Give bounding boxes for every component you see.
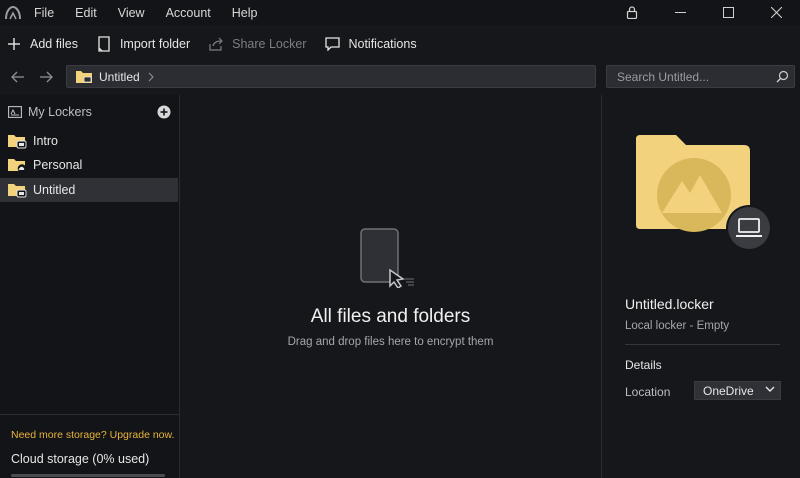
- empty-state-title: All files and folders: [310, 306, 471, 327]
- notifications-label: Notifications: [348, 36, 417, 51]
- locker-laptop-icon: [7, 182, 27, 198]
- breadcrumb-current[interactable]: Untitled: [99, 70, 140, 84]
- sidebar-item-personal[interactable]: Personal: [0, 153, 178, 177]
- maximize-icon[interactable]: [704, 0, 752, 25]
- sidebar-item-untitled[interactable]: Untitled: [0, 178, 178, 202]
- breadcrumb[interactable]: Untitled: [66, 65, 596, 88]
- details-panel: Untitled.locker Local locker - Empty Det…: [601, 95, 800, 478]
- back-arrow-icon[interactable]: [10, 69, 26, 85]
- add-files-button[interactable]: Add files: [6, 36, 78, 52]
- sidebar-item-label: Untitled: [33, 183, 76, 197]
- empty-state-subtitle: Drag and drop files here to encrypt them: [287, 336, 494, 348]
- file-area[interactable]: All files and folders Drag and drop file…: [180, 95, 601, 478]
- plus-icon: [6, 36, 22, 52]
- share-icon: [208, 36, 224, 52]
- upgrade-link[interactable]: Need more storage? Upgrade now.: [11, 429, 174, 441]
- sidebar-item-label: Personal: [33, 158, 83, 172]
- chevron-down-icon: [765, 386, 775, 393]
- search-box: [606, 65, 795, 88]
- cloud-storage-label: Cloud storage (0% used): [11, 452, 150, 466]
- menu-account[interactable]: Account: [166, 6, 211, 20]
- menu-help[interactable]: Help: [232, 6, 258, 20]
- navigation-bar: Untitled: [0, 62, 800, 92]
- sidebar-item-label: Intro: [33, 134, 59, 148]
- lock-icon[interactable]: [608, 0, 656, 25]
- add-locker-icon[interactable]: [157, 105, 171, 119]
- menu-view[interactable]: View: [118, 6, 145, 20]
- chevron-right-icon: [148, 72, 154, 82]
- import-folder-label: Import folder: [119, 36, 191, 51]
- locker-folder-icon: [75, 69, 93, 84]
- my-lockers-title: My Lockers: [28, 105, 92, 119]
- share-locker-button[interactable]: Share Locker: [208, 36, 306, 52]
- details-divider: [625, 344, 780, 345]
- app-logo-icon: [4, 4, 22, 22]
- my-lockers-header: My Lockers: [0, 101, 180, 123]
- sidebar-divider: [0, 414, 180, 415]
- forward-arrow-icon[interactable]: [38, 69, 54, 85]
- location-dropdown[interactable]: OneDrive: [694, 381, 781, 400]
- import-folder-button[interactable]: Import folder: [96, 35, 191, 52]
- cloud-storage-bar: [11, 474, 165, 477]
- minimize-icon[interactable]: [656, 0, 704, 25]
- search-input[interactable]: [617, 69, 777, 84]
- close-icon[interactable]: [752, 0, 800, 25]
- menu-edit[interactable]: Edit: [75, 6, 97, 20]
- location-value: OneDrive: [703, 383, 754, 398]
- search-icon[interactable]: [776, 70, 789, 83]
- menu-bar: File Edit View Account Help: [0, 0, 278, 25]
- notification-icon: [324, 36, 340, 52]
- drag-drop-file-icon: [356, 226, 420, 291]
- details-section-title: Details: [625, 358, 662, 372]
- locker-folder-large-icon: [632, 133, 772, 256]
- window-controls: [608, 0, 800, 25]
- locker-cloud-icon: [7, 157, 27, 173]
- menu-file[interactable]: File: [34, 6, 54, 20]
- locker-laptop-icon: [7, 133, 27, 149]
- notifications-button[interactable]: Notifications: [324, 36, 417, 52]
- sidebar: My Lockers Intro Personal Untitled Need …: [0, 95, 180, 478]
- add-files-label: Add files: [30, 36, 78, 51]
- locker-status: Local locker - Empty: [625, 320, 730, 332]
- lockers-icon: [8, 106, 22, 118]
- import-folder-icon: [96, 35, 112, 52]
- share-locker-label: Share Locker: [232, 36, 307, 51]
- location-label: Location: [625, 385, 671, 399]
- locker-name: Untitled.locker: [625, 296, 714, 312]
- toolbar: Add files Import folder Share Locker Not…: [0, 25, 800, 62]
- sidebar-item-intro[interactable]: Intro: [0, 129, 178, 153]
